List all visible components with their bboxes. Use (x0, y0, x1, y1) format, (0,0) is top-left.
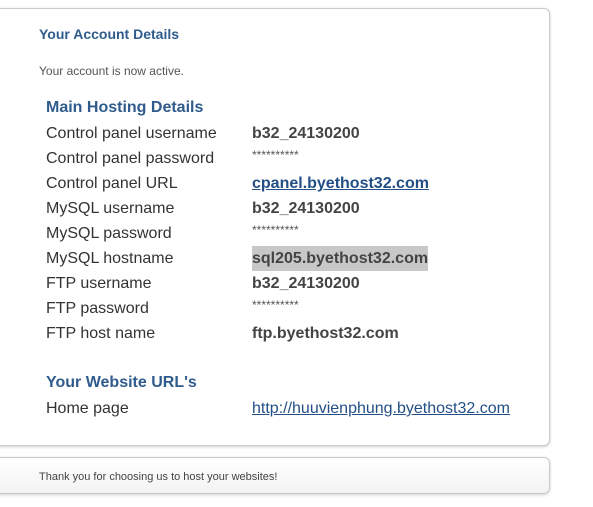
website-url-heading: Your Website URL's (46, 374, 197, 391)
mysql-hostname-value[interactable]: sql205.byethost32.com (252, 246, 429, 271)
detail-row-mysql-hostname: MySQL hostname sql205.byethost32.com (46, 246, 526, 271)
detail-label: MySQL hostname (46, 250, 174, 267)
footer-panel: Thank you for choosing us to host your w… (0, 457, 550, 494)
ftp-host-value: ftp.byethost32.com (252, 325, 399, 342)
detail-row-ftp-password: FTP password ********** (46, 296, 526, 321)
ftp-password-value: ********** (252, 298, 299, 312)
home-page-link[interactable]: http://huuvienphung.byethost32.com (252, 396, 510, 421)
cpanel-password-value: ********** (252, 148, 299, 162)
detail-row-home-page: Home page http://huuvienphung.byethost32… (46, 396, 526, 421)
detail-label: Control panel username (46, 125, 217, 142)
website-url-list: Home page http://huuvienphung.byethost32… (46, 396, 526, 421)
detail-label: Home page (46, 400, 129, 417)
detail-label: FTP password (46, 300, 149, 317)
detail-label: Control panel URL (46, 175, 178, 192)
detail-label: FTP host name (46, 325, 156, 342)
detail-row-cpanel-url: Control panel URL cpanel.byethost32.com (46, 171, 526, 196)
account-status-text: Your account is now active. (39, 64, 184, 78)
footer-thanks-text: Thank you for choosing us to host your w… (39, 471, 278, 483)
account-details-title: Your Account Details (39, 26, 180, 42)
account-details-panel: Your Account Details Your account is now… (0, 8, 550, 446)
detail-label: Control panel password (46, 150, 215, 167)
detail-label: MySQL username (46, 200, 175, 217)
detail-label: FTP username (46, 275, 152, 292)
detail-row-cpanel-password: Control panel password ********** (46, 146, 526, 171)
detail-row-ftp-host: FTP host name ftp.byethost32.com (46, 321, 526, 346)
mysql-password-value: ********** (252, 223, 299, 237)
hosting-details-list: Control panel username b32_24130200 Cont… (46, 121, 526, 346)
detail-row-mysql-password: MySQL password ********** (46, 221, 526, 246)
main-hosting-heading: Main Hosting Details (46, 99, 204, 116)
cpanel-url-link[interactable]: cpanel.byethost32.com (252, 171, 429, 196)
detail-label: MySQL password (46, 225, 172, 242)
